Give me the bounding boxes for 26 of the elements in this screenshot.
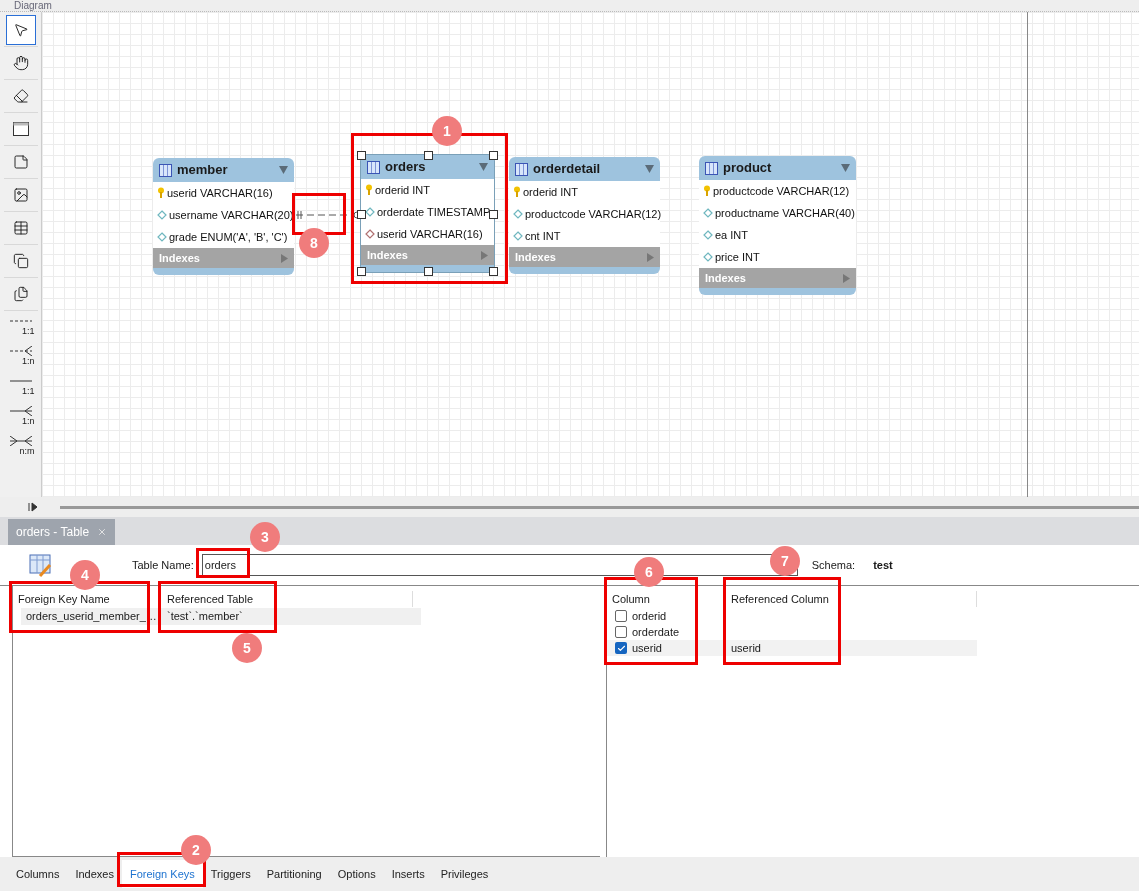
column-field: cnt INT xyxy=(525,227,561,245)
table-cell-text: `test`.`member` xyxy=(166,609,243,625)
column-field: orderid INT xyxy=(523,183,579,201)
column-field: orderid INT xyxy=(375,181,431,199)
table-title: product xyxy=(723,159,773,178)
column-field: userid VARCHAR(16) xyxy=(377,225,483,243)
table-cell-text: userid xyxy=(730,640,761,656)
field-label: Table Name: xyxy=(132,557,194,573)
column-field: username VARCHAR(20) xyxy=(169,206,294,224)
column-field: grade ENUM('A', 'B', 'C') xyxy=(169,228,288,246)
panel-title: Diagram xyxy=(14,1,52,11)
column-field: price INT xyxy=(715,248,760,266)
schema-value: test xyxy=(873,557,893,573)
table-title: orderdetail xyxy=(533,160,602,179)
column-field: userid VARCHAR(16) xyxy=(167,184,273,202)
column-name: orderid xyxy=(632,608,667,624)
table-title: orders xyxy=(385,158,427,177)
column-field: orderdate TIMESTAMP xyxy=(377,203,491,221)
column-field: productcode VARCHAR(12) xyxy=(525,205,662,223)
column-field: ea INT xyxy=(715,226,748,244)
table-title: member xyxy=(177,161,229,180)
column-field: productname VARCHAR(40) xyxy=(715,204,855,222)
column-field: productcode VARCHAR(12) xyxy=(713,182,850,200)
column-name: userid xyxy=(632,640,662,656)
field-label: Schema: xyxy=(811,557,856,573)
column-name: orderdate xyxy=(632,624,680,640)
